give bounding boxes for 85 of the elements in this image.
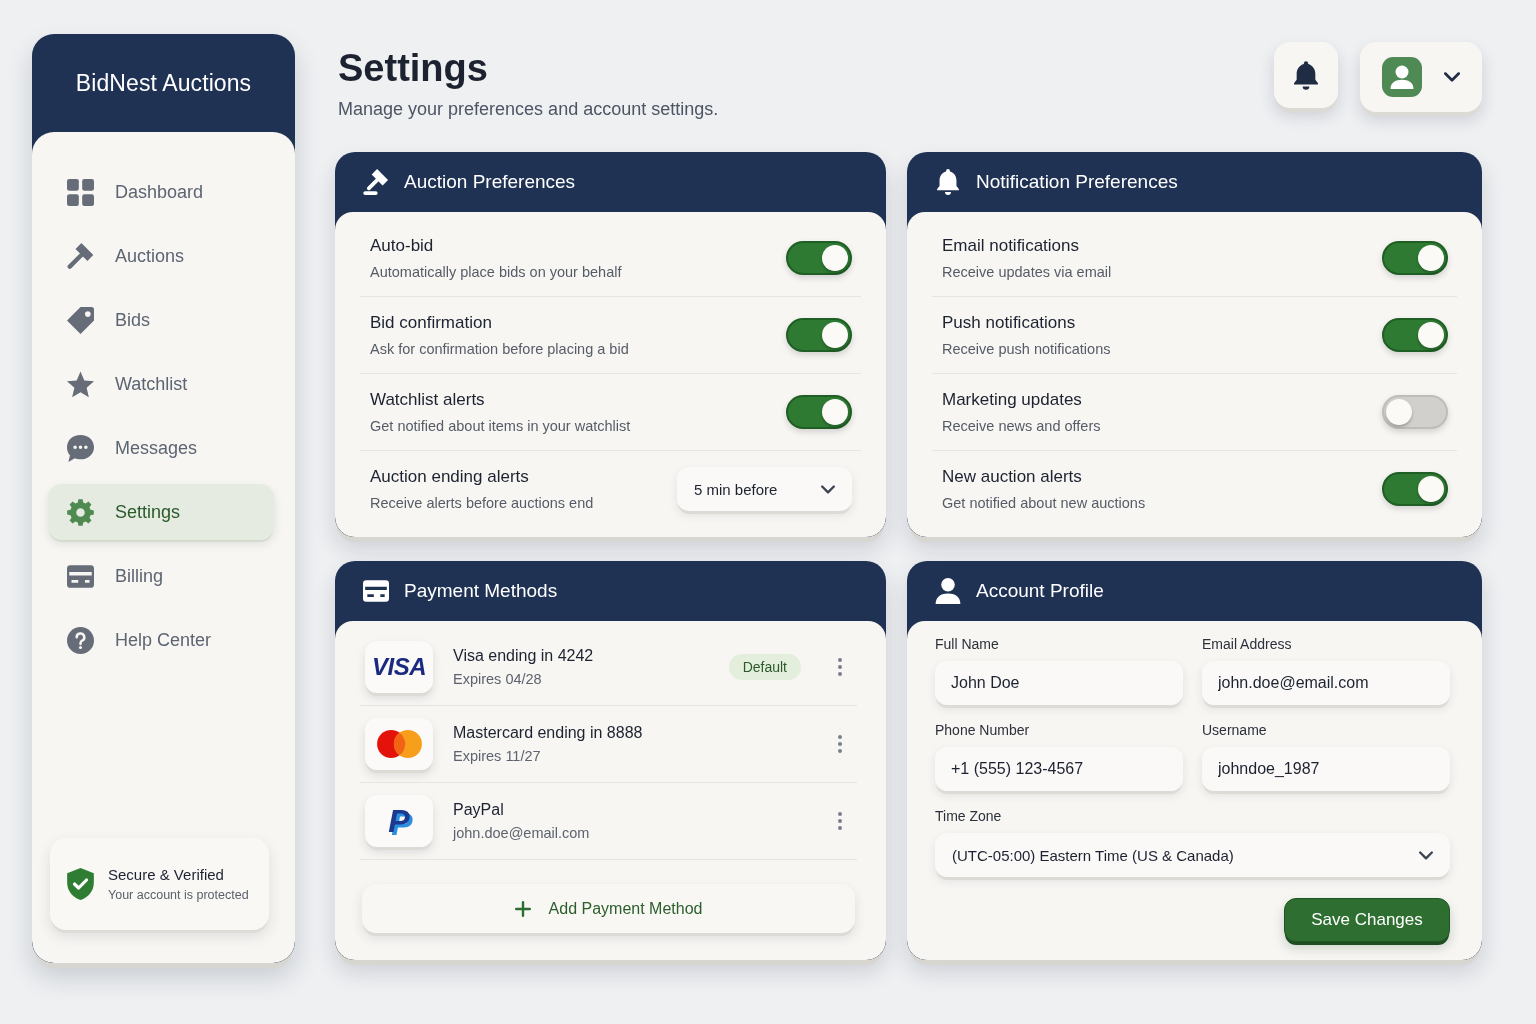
payment-detail: john.doe@email.com (453, 825, 590, 841)
setting-description: Receive updates via email (942, 264, 1112, 280)
setting-description: Receive news and offers (942, 418, 1101, 434)
setting-label: Auto-bid (370, 236, 435, 256)
nav-item[interactable]: Bids (48, 292, 274, 348)
setting-description: Get notified about items in your watchlist (370, 418, 631, 434)
field-label: Email Address (1202, 635, 1293, 653)
toggle-switch[interactable] (786, 318, 852, 352)
text-field[interactable]: John Doe (935, 661, 1183, 705)
setting-description: Ask for confirmation before placing a bid (370, 341, 629, 357)
setting-label: Email notifications (942, 236, 1080, 256)
add-payment-button[interactable]: Add Payment Method (362, 884, 855, 933)
select-field[interactable]: 5 min before (677, 467, 852, 511)
nav-item[interactable]: Billing (48, 548, 274, 604)
setting-label: Auction ending alerts (370, 467, 530, 487)
payment-name: Visa ending in 4242 (453, 647, 594, 665)
nav-item[interactable]: Watchlist (48, 356, 274, 412)
card-title: Payment Methods (404, 580, 558, 602)
card-title: Notification Preferences (976, 171, 1178, 193)
toggle-switch[interactable] (1382, 318, 1448, 352)
page-subtitle: Manage your preferences and account settings. (338, 98, 719, 120)
setting-description: Receive push notifications (942, 341, 1111, 357)
circles-logo-icon (365, 718, 433, 770)
credit-card-icon (67, 564, 94, 588)
security-title: Secure & Verified (108, 866, 225, 883)
default-badge: Default (728, 654, 801, 680)
field-label: Full Name (935, 635, 1000, 653)
chevron-down-icon (1419, 850, 1433, 860)
shield-check-icon (67, 868, 94, 900)
payment-name: PayPal (453, 801, 505, 819)
nav-item[interactable]: Help Center (48, 612, 274, 668)
payment-detail: Expires 11/27 (453, 748, 542, 764)
chat-bubble-icon (67, 434, 94, 462)
nav-item[interactable]: Auctions (48, 228, 274, 284)
setting-label: Watchlist alerts (370, 390, 486, 410)
brand-name: BidNest Auctions (75, 69, 252, 97)
more-options-icon[interactable] (838, 812, 842, 830)
select-field[interactable]: (UTC-05:00) Eastern Time (US & Canada) (935, 833, 1450, 877)
person-icon (935, 578, 961, 604)
toggle-switch[interactable] (1382, 241, 1448, 275)
visa-logo: VISA (365, 641, 433, 693)
more-options-icon[interactable] (838, 658, 842, 676)
gavel-icon (67, 242, 94, 270)
save-button[interactable]: Save Changes (1284, 898, 1450, 942)
chevron-down-icon (1444, 72, 1460, 82)
payment-name: Mastercard ending in 8888 (453, 724, 643, 742)
credit-card-icon (363, 580, 389, 602)
page-title: Settings (338, 46, 489, 90)
security-subtitle: Your account is protected (108, 888, 249, 902)
star-icon (67, 370, 94, 398)
gavel-icon (363, 169, 389, 195)
card-title: Auction Preferences (404, 171, 576, 193)
payment-detail: Expires 04/28 (453, 671, 543, 687)
text-field[interactable]: johndoe_1987 (1202, 747, 1450, 791)
grid-icon (67, 178, 94, 206)
setting-description: Get notified about new auctions (942, 495, 1146, 511)
field-label: Username (1202, 721, 1268, 739)
setting-label: New auction alerts (942, 467, 1083, 487)
text-field[interactable]: +1 (555) 123-4567 (935, 747, 1183, 791)
gear-icon (67, 498, 94, 526)
field-label: Phone Number (935, 721, 1031, 739)
avatar-icon (1382, 57, 1422, 97)
chevron-down-icon (821, 484, 835, 494)
setting-label: Push notifications (942, 313, 1077, 333)
bell-icon (1294, 60, 1318, 90)
tag-icon (67, 306, 94, 334)
card-title: Account Profile (976, 580, 1104, 602)
setting-description: Receive alerts before auctions end (370, 495, 594, 511)
text-field[interactable]: john.doe@email.com (1202, 661, 1450, 705)
more-options-icon[interactable] (838, 735, 842, 753)
help-icon (67, 626, 94, 654)
field-label: Time Zone (935, 807, 1003, 825)
toggle-switch[interactable] (1382, 395, 1448, 429)
setting-label: Marketing updates (942, 390, 1083, 410)
plus-icon (514, 900, 531, 917)
p-logo: P (365, 795, 433, 847)
toggle-switch[interactable] (786, 395, 852, 429)
toggle-switch[interactable] (1382, 472, 1448, 506)
nav-item[interactable]: Messages (48, 420, 274, 476)
bell-icon (935, 169, 961, 195)
nav-item[interactable]: Settings (48, 484, 274, 540)
setting-description: Automatically place bids on your behalf (370, 264, 622, 280)
toggle-switch[interactable] (786, 241, 852, 275)
nav-item[interactable]: Dashboard (48, 164, 274, 220)
setting-label: Bid confirmation (370, 313, 493, 333)
